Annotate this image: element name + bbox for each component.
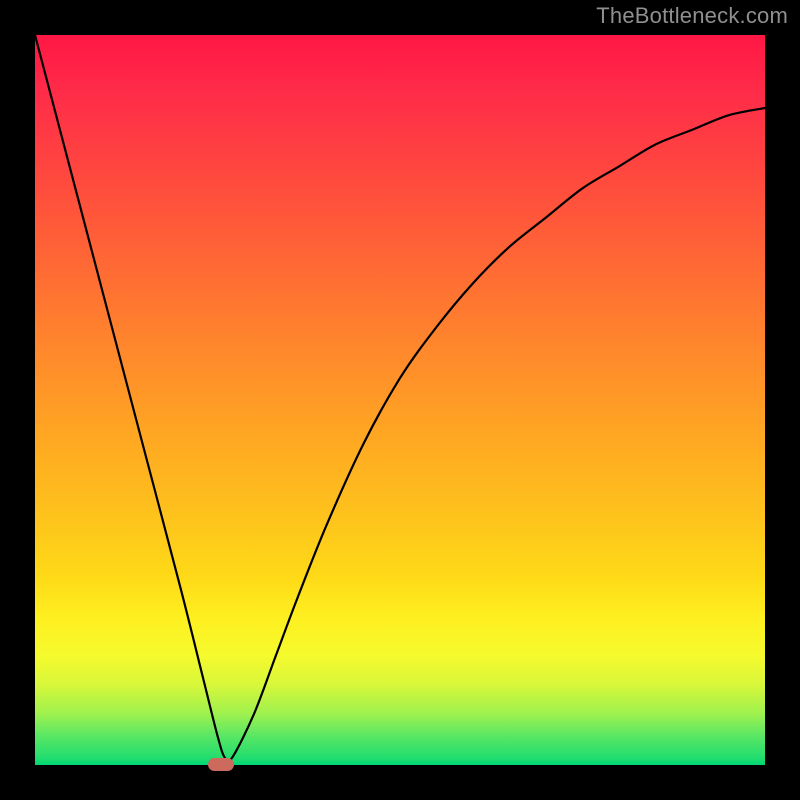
curve-svg bbox=[35, 35, 765, 765]
optimal-marker bbox=[208, 758, 234, 771]
plot-area bbox=[35, 35, 765, 765]
chart-frame: TheBottleneck.com bbox=[0, 0, 800, 800]
watermark-text: TheBottleneck.com bbox=[596, 3, 788, 29]
bottleneck-curve-path bbox=[35, 35, 765, 762]
